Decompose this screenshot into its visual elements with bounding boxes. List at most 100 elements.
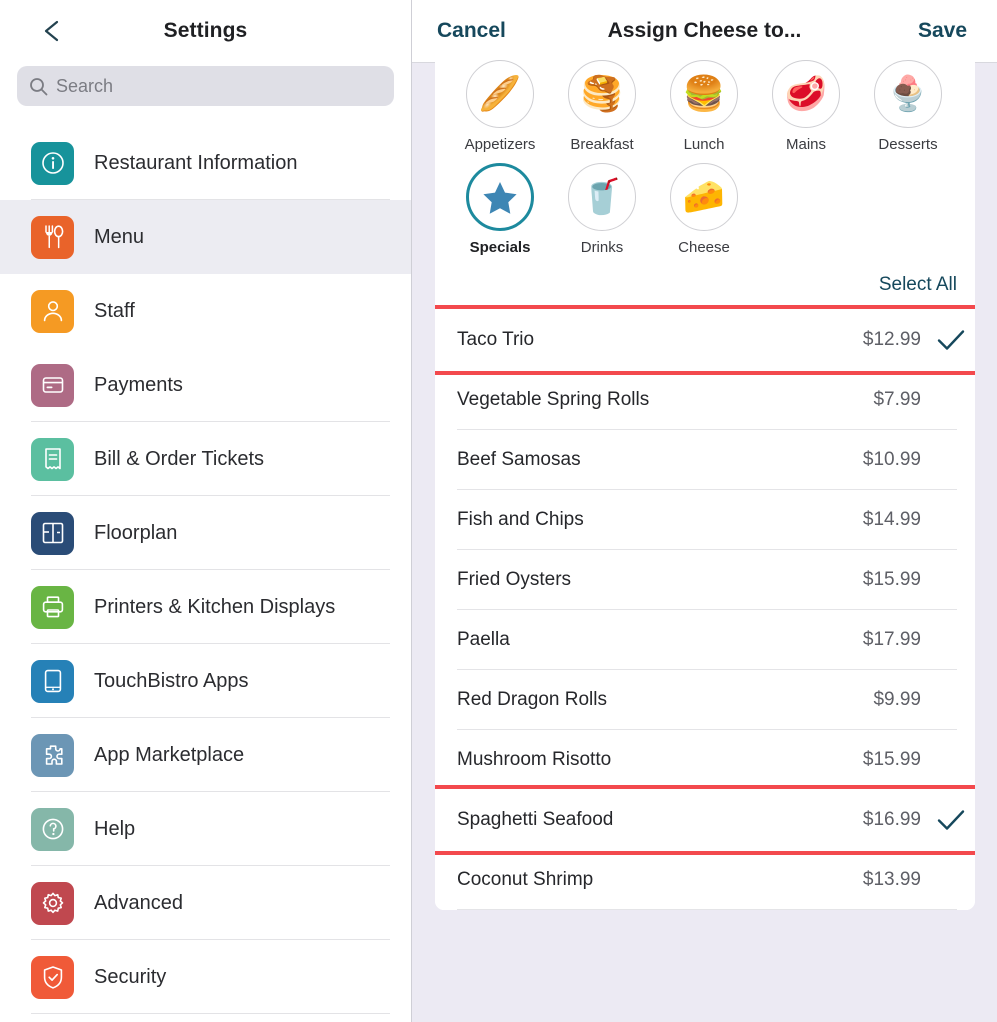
sidebar-item-help[interactable]: Help bbox=[0, 792, 411, 866]
search-input[interactable] bbox=[56, 75, 382, 97]
puzzle-icon bbox=[31, 733, 74, 777]
category-breakfast[interactable]: 🥞 Breakfast bbox=[551, 60, 653, 153]
menu-item-price: $12.99 bbox=[862, 329, 921, 350]
settings-nav-list: Restaurant Information Menu Staff Payments B… bbox=[0, 126, 411, 1014]
check-icon bbox=[927, 328, 975, 352]
settings-sidebar: Settings Restaurant Information Menu Staff… bbox=[0, 0, 412, 1022]
credit-card-icon bbox=[31, 363, 74, 407]
sidebar-item-payments[interactable]: Payments bbox=[0, 348, 411, 422]
sidebar-item-staff[interactable]: Staff bbox=[0, 274, 411, 348]
sidebar-item-restaurant-information[interactable]: Restaurant Information bbox=[0, 126, 411, 200]
menu-item-price: $17.99 bbox=[862, 629, 921, 650]
category-label: Specials bbox=[469, 239, 531, 256]
menu-item-row[interactable]: Paella $17.99 bbox=[435, 610, 975, 670]
sidebar-item-advanced[interactable]: Advanced bbox=[0, 866, 411, 940]
chevron-left-icon[interactable] bbox=[40, 18, 66, 44]
menu-item-row[interactable]: Vegetable Spring Rolls $7.99 bbox=[435, 370, 975, 430]
menu-item-name: Coconut Shrimp bbox=[457, 869, 594, 890]
printer-icon bbox=[31, 585, 74, 629]
assign-modal-panel: Cancel Assign Cheese to... Save 🥖 Appetiz… bbox=[412, 0, 997, 1022]
menu-item-row[interactable]: Coconut Shrimp $13.99 bbox=[435, 850, 975, 910]
sidebar-item-label: Security bbox=[94, 965, 167, 988]
menu-item-row[interactable]: Spaghetti Seafood $16.99 bbox=[435, 790, 975, 850]
sidebar-item-label: Payments bbox=[94, 373, 183, 396]
menu-item-price: $14.99 bbox=[862, 509, 921, 530]
sidebar-item-app-marketplace[interactable]: App Marketplace bbox=[0, 718, 411, 792]
star-icon bbox=[466, 163, 534, 231]
cutlery-icon bbox=[31, 215, 74, 259]
bread-icon: 🥖 bbox=[466, 60, 534, 128]
search-field[interactable] bbox=[17, 66, 394, 106]
menu-item-row[interactable]: Beef Samosas $10.99 bbox=[435, 430, 975, 490]
sidebar-item-printers-kitchen-displays[interactable]: Printers & Kitchen Displays bbox=[0, 570, 411, 644]
menu-item-price: $7.99 bbox=[873, 389, 921, 410]
sidebar-item-menu[interactable]: Menu bbox=[0, 200, 411, 274]
floorplan-icon bbox=[31, 511, 74, 555]
cheese-wedge-icon: 🧀 bbox=[670, 163, 738, 231]
menu-item-list: Taco Trio $12.99 Vegetable Spring Rolls $7.… bbox=[435, 310, 975, 910]
category-cheese[interactable]: 🧀 Cheese bbox=[653, 163, 755, 256]
sidebar-item-label: Staff bbox=[94, 299, 135, 322]
menu-item-price: $15.99 bbox=[862, 569, 921, 590]
save-button[interactable]: Save bbox=[918, 19, 967, 43]
category-label: Cheese bbox=[678, 239, 730, 256]
category-label: Mains bbox=[785, 136, 826, 153]
cocktail-icon: 🥤 bbox=[568, 163, 636, 231]
menu-item-row[interactable]: Fried Oysters $15.99 bbox=[435, 550, 975, 610]
category-label: Drinks bbox=[580, 239, 624, 256]
category-label: Appetizers bbox=[464, 136, 536, 153]
divider bbox=[31, 1013, 390, 1014]
menu-item-row[interactable]: Fish and Chips $14.99 bbox=[435, 490, 975, 550]
category-grid: 🥖 Appetizers 🥞 Breakfast 🍔 Lunch 🥩 Mains 🍨 Desser… bbox=[435, 42, 975, 272]
question-icon bbox=[31, 807, 74, 851]
ice-cream-icon: 🍨 bbox=[874, 60, 942, 128]
settings-screen: Settings Restaurant Information Menu Staff… bbox=[0, 0, 997, 1022]
menu-item-row[interactable]: Red Dragon Rolls $9.99 bbox=[435, 670, 975, 730]
category-appetizers[interactable]: 🥖 Appetizers bbox=[449, 60, 551, 153]
menu-item-name: Fried Oysters bbox=[457, 569, 572, 590]
category-specials[interactable]: Specials bbox=[449, 163, 551, 256]
menu-item-name: Spaghetti Seafood bbox=[457, 809, 614, 830]
menu-item-price: $10.99 bbox=[862, 449, 921, 470]
sidebar-item-label: Bill & Order Tickets bbox=[94, 447, 265, 470]
shield-check-icon bbox=[31, 955, 74, 999]
category-label: Breakfast bbox=[570, 136, 634, 153]
category-drinks[interactable]: 🥤 Drinks bbox=[551, 163, 653, 256]
sidebar-item-touchbistro-apps[interactable]: TouchBistro Apps bbox=[0, 644, 411, 718]
tablet-icon bbox=[31, 659, 74, 703]
category-label: Lunch bbox=[683, 136, 725, 153]
sidebar-item-label: Printers & Kitchen Displays bbox=[94, 595, 336, 618]
sidebar-item-bill-order-tickets[interactable]: Bill & Order Tickets bbox=[0, 422, 411, 496]
sidebar-item-label: Help bbox=[94, 817, 136, 840]
select-all-row: Select All bbox=[435, 272, 975, 310]
menu-item-name: Taco Trio bbox=[457, 329, 535, 350]
menu-item-row[interactable]: Mushroom Risotto $15.99 bbox=[435, 730, 975, 790]
menu-item-name: Beef Samosas bbox=[457, 449, 581, 470]
category-lunch[interactable]: 🍔 Lunch bbox=[653, 60, 755, 153]
category-desserts[interactable]: 🍨 Desserts bbox=[857, 60, 959, 153]
sidebar-item-floorplan[interactable]: Floorplan bbox=[0, 496, 411, 570]
sidebar-item-label: Menu bbox=[94, 225, 145, 248]
menu-item-price: $15.99 bbox=[862, 749, 921, 770]
info-icon bbox=[31, 141, 74, 185]
menu-item-name: Vegetable Spring Rolls bbox=[457, 389, 650, 410]
receipt-icon bbox=[31, 437, 74, 481]
sidebar-item-security[interactable]: Security bbox=[0, 940, 411, 1014]
category-label: Desserts bbox=[878, 136, 938, 153]
menu-item-row[interactable]: Taco Trio $12.99 bbox=[435, 310, 975, 370]
cancel-button[interactable]: Cancel bbox=[437, 19, 506, 43]
sidebar-item-label: App Marketplace bbox=[94, 743, 245, 766]
category-mains[interactable]: 🥩 Mains bbox=[755, 60, 857, 153]
sidebar-item-label: TouchBistro Apps bbox=[94, 669, 249, 692]
steak-icon: 🥩 bbox=[772, 60, 840, 128]
divider bbox=[457, 909, 957, 910]
sidebar-item-label: Floorplan bbox=[94, 521, 178, 544]
sidebar-item-label: Advanced bbox=[94, 891, 183, 914]
menu-item-name: Paella bbox=[457, 629, 510, 650]
select-all-button[interactable]: Select All bbox=[879, 274, 957, 296]
gear-icon bbox=[31, 881, 74, 925]
check-icon bbox=[927, 808, 975, 832]
menu-item-name: Fish and Chips bbox=[457, 509, 584, 530]
menu-item-price: $16.99 bbox=[862, 809, 921, 830]
menu-item-name: Red Dragon Rolls bbox=[457, 689, 607, 710]
